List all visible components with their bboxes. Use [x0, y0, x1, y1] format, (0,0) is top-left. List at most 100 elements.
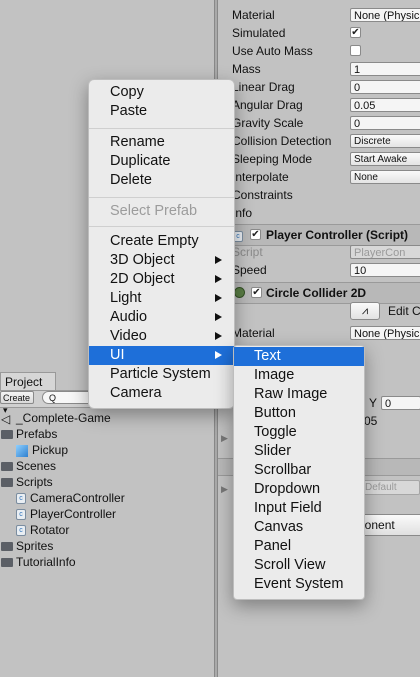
speed-field[interactable]: 10 [350, 263, 420, 277]
component-title: Player Controller (Script) [266, 228, 409, 242]
menu-item-label: Duplicate [110, 153, 171, 169]
circle-collider-icon [234, 287, 245, 298]
project-tree-label: CameraController [30, 491, 125, 505]
submenu-item-input-field[interactable]: Input Field [234, 499, 364, 518]
property-field[interactable]: 0 [350, 116, 420, 130]
submenu-arrow-icon [215, 332, 222, 340]
layer-dropdown[interactable]: Default [362, 480, 420, 495]
project-tree-label: Scripts [16, 475, 53, 489]
menu-item-ui[interactable]: UI [89, 346, 234, 365]
script-field[interactable]: PlayerCon [350, 245, 420, 259]
project-tree-label: _Complete-Game [16, 411, 111, 425]
menu-item-label: Raw Image [254, 386, 328, 402]
menu-item-camera[interactable]: Camera [89, 384, 234, 403]
menu-item-label: Rename [110, 134, 165, 150]
submenu-item-slider[interactable]: Slider [234, 442, 364, 461]
context-menu: Copy Paste Rename Duplicate Delete Select Pre… [88, 79, 235, 409]
speed-label: Speed [232, 263, 267, 277]
property-label: Mass [232, 62, 261, 76]
menu-item-2d-object[interactable]: 2D Object [89, 270, 234, 289]
tab-project[interactable]: Project [0, 372, 56, 390]
property-field[interactable]: 0.05 [350, 98, 420, 112]
project-tree-item[interactable]: Pickup [16, 442, 68, 458]
project-tree-item[interactable]: ◁ _Complete-Game [1, 410, 111, 426]
project-tree-item[interactable]: Scripts [1, 474, 53, 490]
folder-icon [1, 558, 13, 568]
submenu-item-image[interactable]: Image [234, 366, 364, 385]
submenu-item-panel[interactable]: Panel [234, 537, 364, 556]
property-dropdown[interactable]: None [350, 170, 420, 184]
collider-material-label: Material [232, 326, 275, 340]
project-tree-item[interactable]: TutorialInfo [1, 554, 76, 570]
submenu-item-scrollbar[interactable]: Scrollbar [234, 461, 364, 480]
menu-item-label: Event System [254, 576, 344, 592]
property-field[interactable]: 0 [350, 80, 420, 94]
player-controller-enabled-checkbox[interactable]: ✔ [250, 229, 261, 240]
property-checkbox[interactable] [350, 45, 361, 56]
submenu-item-button[interactable]: Button [234, 404, 364, 423]
submenu-item-raw-image[interactable]: Raw Image [234, 385, 364, 404]
create-dropdown-button[interactable]: Create ▾ [0, 391, 34, 415]
script-icon: c [16, 525, 26, 537]
script-field-value: PlayerCon [354, 247, 406, 259]
menu-item-particle-system[interactable]: Particle System [89, 365, 234, 384]
project-tree-item[interactable]: Scenes [1, 458, 56, 474]
property-checkbox[interactable]: ✔ [350, 27, 361, 38]
foldout-arrow-icon[interactable]: ▶ [221, 433, 228, 444]
menu-item-select-prefab: Select Prefab [89, 202, 234, 221]
value-text: 05 [364, 414, 378, 428]
property-dropdown[interactable]: Start Awake [350, 152, 420, 166]
submenu-item-text[interactable]: Text [234, 347, 364, 366]
property-label: Collision Detection [232, 134, 332, 148]
menu-item-copy[interactable]: Copy [89, 83, 234, 102]
menu-item-label: Input Field [254, 500, 322, 516]
menu-item-label: Button [254, 405, 296, 421]
project-tree-item[interactable]: Sprites [1, 538, 53, 554]
menu-item-light[interactable]: Light [89, 289, 234, 308]
submenu-item-scroll-view[interactable]: Scroll View [234, 556, 364, 575]
property-field[interactable]: None (Physic [350, 8, 420, 22]
foldout-arrow-icon[interactable]: ▶ [221, 484, 228, 495]
folder-icon [1, 430, 13, 440]
menu-item-label: Panel [254, 538, 292, 554]
edit-collider-label: Edit C [388, 304, 420, 318]
project-tree-label: Pickup [32, 443, 69, 457]
property-field[interactable]: 1 [350, 62, 420, 76]
collider-material-field[interactable]: None (Physic [350, 326, 420, 340]
property-dropdown[interactable]: Discrete [350, 134, 420, 148]
project-tree-label: Prefabs [16, 427, 58, 441]
property-label: Sleeping Mode [232, 152, 313, 166]
menu-item-label: Image [254, 367, 295, 383]
menu-item-delete[interactable]: Delete [89, 171, 234, 190]
menu-item-create-empty[interactable]: Create Empty [89, 232, 234, 251]
property-label: Gravity Scale [232, 116, 304, 130]
ui-submenu: Text Image Raw Image Button Toggle Slider Scro… [233, 345, 365, 600]
menu-item-label: UI [110, 347, 125, 363]
submenu-item-dropdown[interactable]: Dropdown [234, 480, 364, 499]
circle-collider-enabled-checkbox[interactable]: ✔ [251, 287, 262, 298]
menu-item-rename[interactable]: Rename [89, 133, 234, 152]
submenu-item-toggle[interactable]: Toggle [234, 423, 364, 442]
menu-item-paste[interactable]: Paste [89, 102, 234, 121]
property-label: Interpolate [232, 170, 289, 184]
project-tree-item[interactable]: c PlayerController [16, 506, 116, 522]
menu-item-label: Scrollbar [254, 462, 312, 478]
script-icon: c [16, 509, 26, 521]
menu-item-duplicate[interactable]: Duplicate [89, 152, 234, 171]
submenu-item-canvas[interactable]: Canvas [234, 518, 364, 537]
menu-item-label: Delete [110, 172, 152, 188]
edit-collider-button[interactable]: ⩘ [350, 302, 380, 320]
menu-item-label: Light [110, 290, 142, 306]
project-tree-item[interactable]: c Rotator [16, 522, 69, 538]
y-field[interactable]: 0 [381, 396, 420, 410]
submenu-arrow-icon [215, 294, 222, 302]
menu-item-video[interactable]: Video [89, 327, 234, 346]
project-tree-item[interactable]: Prefabs [1, 426, 57, 442]
project-tree-item[interactable]: c CameraController [16, 490, 125, 506]
menu-item-label: Text [254, 348, 281, 364]
edit-collider-icon: ⩘ [361, 305, 369, 317]
submenu-item-event-system[interactable]: Event System [234, 575, 364, 594]
component-title: Circle Collider 2D [266, 286, 367, 300]
menu-item-audio[interactable]: Audio [89, 308, 234, 327]
menu-item-3d-object[interactable]: 3D Object [89, 251, 234, 270]
